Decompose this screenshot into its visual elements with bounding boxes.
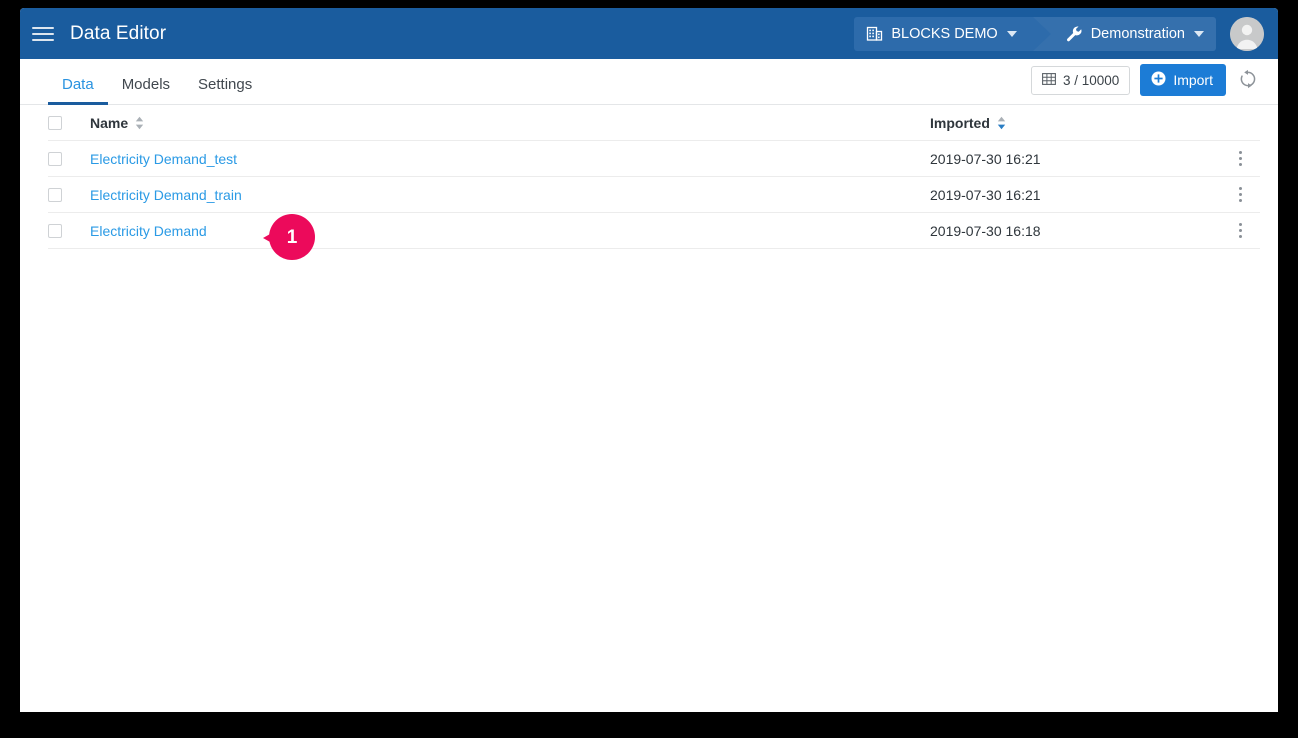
table-row[interactable]: Electricity Demand_train 2019-07-30 16:2… <box>48 177 1260 213</box>
refresh-icon <box>1238 69 1258 92</box>
hamburger-menu-icon[interactable] <box>32 23 54 45</box>
dataset-link[interactable]: Electricity Demand_test <box>90 151 237 167</box>
app-title: Data Editor <box>70 22 167 44</box>
column-header-name-label: Name <box>90 114 129 131</box>
sort-arrows-icon[interactable] <box>135 116 144 130</box>
application-window: Data Editor BLOCKS DEMO Demonstration Da… <box>20 8 1278 712</box>
kebab-menu-icon[interactable] <box>1233 183 1248 206</box>
dataset-link[interactable]: Electricity Demand_train <box>90 187 242 203</box>
kebab-dot <box>1238 193 1242 196</box>
data-table: Name Imported Electricity Demand_test 20… <box>20 105 1278 249</box>
column-header-imported-label: Imported <box>930 114 990 131</box>
row-select-cell <box>48 223 90 238</box>
row-checkbox[interactable] <box>48 223 62 238</box>
row-select-cell <box>48 187 90 202</box>
header-right-group: BLOCKS DEMO Demonstration <box>854 8 1278 59</box>
dataset-link[interactable]: Electricity Demand <box>90 223 207 239</box>
row-imported-cell: 2019-07-30 16:18 <box>930 223 1220 239</box>
row-actions-cell <box>1220 183 1260 206</box>
wrench-icon <box>1065 25 1083 43</box>
kebab-dot <box>1238 163 1242 166</box>
import-button-label: Import <box>1173 72 1213 88</box>
row-imported-cell: 2019-07-30 16:21 <box>930 187 1220 203</box>
kebab-dot <box>1238 229 1242 232</box>
row-name-cell: Electricity Demand <box>90 223 930 239</box>
hamburger-line <box>32 38 54 41</box>
tab-models[interactable]: Models <box>108 77 184 104</box>
breadcrumb-environment-label: Demonstration <box>1090 25 1185 42</box>
tab-data[interactable]: Data <box>48 76 108 105</box>
tab-data-label: Data <box>62 76 94 93</box>
imported-date: 2019-07-30 16:21 <box>930 150 1041 167</box>
kebab-menu-icon[interactable] <box>1233 219 1248 242</box>
table-row[interactable]: Electricity Demand 2019-07-30 16:18 <box>48 213 1260 249</box>
row-checkbox[interactable] <box>48 151 62 166</box>
chevron-down-icon <box>1194 30 1204 37</box>
refresh-button[interactable] <box>1236 68 1260 92</box>
imported-date: 2019-07-30 16:21 <box>930 186 1041 203</box>
record-count-badge[interactable]: 3 / 10000 <box>1031 65 1131 95</box>
row-actions-cell <box>1220 219 1260 242</box>
hamburger-line <box>32 26 54 29</box>
breadcrumb-project-label: BLOCKS DEMO <box>891 25 998 42</box>
breadcrumb-item-environment[interactable]: Demonstration <box>1050 16 1216 51</box>
row-select-cell <box>48 151 90 166</box>
row-name-cell: Electricity Demand_test <box>90 151 930 167</box>
plus-circle-icon <box>1151 71 1166 89</box>
kebab-dot <box>1238 157 1242 160</box>
top-header-bar: Data Editor BLOCKS DEMO Demonstration <box>20 8 1278 59</box>
kebab-dot <box>1238 235 1242 238</box>
column-header-name[interactable]: Name <box>90 115 930 131</box>
tab-settings[interactable]: Settings <box>184 77 266 104</box>
kebab-dot <box>1238 223 1242 226</box>
kebab-menu-icon[interactable] <box>1233 147 1248 170</box>
import-button[interactable]: Import <box>1140 64 1226 96</box>
breadcrumb-item-project[interactable]: BLOCKS DEMO <box>854 16 1033 51</box>
column-header-imported[interactable]: Imported <box>930 115 1220 131</box>
row-checkbox[interactable] <box>48 187 62 202</box>
breadcrumb-separator <box>1032 16 1051 51</box>
sort-arrows-icon[interactable] <box>997 116 1006 130</box>
breadcrumb: BLOCKS DEMO Demonstration <box>854 16 1216 51</box>
tab-bar: Data Models Settings 3 / 10000 Import <box>20 59 1278 105</box>
select-all-cell <box>48 115 90 130</box>
kebab-dot <box>1238 199 1242 202</box>
row-name-cell: Electricity Demand_train <box>90 187 930 203</box>
content-area: Data Models Settings 3 / 10000 Import Na… <box>20 59 1278 712</box>
table-row[interactable]: Electricity Demand_test 2019-07-30 16:21 <box>48 141 1260 177</box>
row-imported-cell: 2019-07-30 16:21 <box>930 151 1220 167</box>
imported-date: 2019-07-30 16:18 <box>930 222 1041 239</box>
tab-models-label: Models <box>121 76 171 93</box>
table-toolbar: 3 / 10000 Import <box>1031 64 1260 104</box>
select-all-checkbox[interactable] <box>48 115 62 130</box>
kebab-dot <box>1238 187 1242 190</box>
avatar-person-icon <box>1230 16 1264 51</box>
building-icon <box>866 25 883 42</box>
tab-settings-label: Settings <box>198 76 253 93</box>
kebab-dot <box>1238 151 1242 154</box>
table-grid-icon <box>1042 72 1056 89</box>
table-header-row: Name Imported <box>48 105 1260 141</box>
hamburger-line <box>32 32 54 35</box>
chevron-down-icon <box>1006 30 1017 37</box>
record-count-label: 3 / 10000 <box>1063 72 1120 88</box>
row-actions-cell <box>1220 147 1260 170</box>
user-avatar[interactable] <box>1230 16 1264 51</box>
